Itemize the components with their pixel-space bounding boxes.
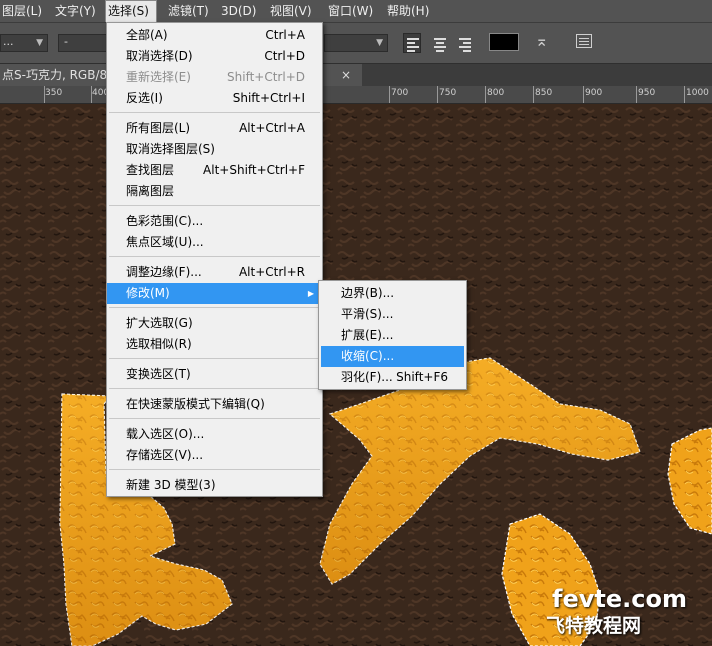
menu-item-focus-area[interactable]: 焦点区域(U)...	[107, 232, 322, 253]
menu-shortcut: Alt+Shift+Ctrl+F	[203, 163, 305, 177]
menu-label: 色彩范围(C)...	[126, 214, 204, 228]
menu-item-save-selection[interactable]: 存储选区(V)...	[107, 445, 322, 466]
ruler-label: 750	[439, 88, 457, 98]
menu-label: 在快速蒙版模式下编辑(Q)	[126, 397, 265, 411]
menu-separator	[109, 469, 320, 470]
chevron-down-icon: ▼	[36, 38, 43, 48]
menu-item-load-selection[interactable]: 载入选区(O)...	[107, 424, 322, 445]
menu-help[interactable]: 帮助(H)	[385, 0, 431, 22]
submenu-item-smooth[interactable]: 平滑(S)...	[321, 304, 464, 325]
menu-separator	[109, 256, 320, 257]
menu-item-reselect[interactable]: 重新选择(E) Shift+Ctrl+D	[107, 67, 322, 88]
menu-item-grow[interactable]: 扩大选取(G)	[107, 313, 322, 334]
menu-item-inverse[interactable]: 反选(I) Shift+Ctrl+I	[107, 88, 322, 109]
menu-label: 查找图层	[126, 163, 175, 177]
menu-item-transform-selection[interactable]: 变换选区(T)	[107, 364, 322, 385]
font-style-dropdown[interactable]: ... ▼	[0, 34, 48, 52]
menu-separator	[109, 112, 320, 113]
ruler-label: 350	[45, 88, 63, 98]
chevron-down-icon: ▼	[376, 38, 383, 48]
menu-label: 新建 3D 模型(3)	[126, 478, 216, 492]
menu-item-isolate-layers[interactable]: 隔离图层	[107, 181, 322, 202]
menu-label: 羽化(F)...	[341, 370, 393, 384]
menu-select[interactable]: 选择(S)	[105, 0, 157, 22]
menu-item-similar[interactable]: 选取相似(R)	[107, 334, 322, 355]
menu-label: 扩大选取(G)	[126, 316, 193, 330]
menu-shortcut: Shift+Ctrl+I	[232, 91, 305, 105]
menu-bar: 图层(L) 文字(Y) 选择(S) 滤镜(T) 3D(D) 视图(V) 窗口(W…	[0, 0, 712, 23]
menu-filter[interactable]: 滤镜(T)	[166, 0, 211, 22]
submenu-arrow-icon: ▶	[307, 289, 314, 298]
ruler-label: 850	[535, 88, 553, 98]
select-menu: 全部(A) Ctrl+A 取消选择(D) Ctrl+D 重新选择(E) Shift+C…	[106, 22, 323, 497]
menu-shortcut: Shift+Ctrl+D	[227, 70, 305, 84]
ruler-label: 950	[638, 88, 656, 98]
align-left-button[interactable]	[403, 33, 421, 53]
menu-label: 重新选择(E)	[126, 70, 191, 84]
menu-separator	[109, 307, 320, 308]
submenu-item-expand[interactable]: 扩展(E)...	[321, 325, 464, 346]
watermark-site: fevte.com	[552, 585, 687, 613]
menu-item-all[interactable]: 全部(A) Ctrl+A	[107, 25, 322, 46]
menu-item-deselect-layers[interactable]: 取消选择图层(S)	[107, 139, 322, 160]
character-panel-icon[interactable]	[576, 34, 592, 48]
ruler-label: 800	[487, 88, 505, 98]
menu-item-quick-mask[interactable]: 在快速蒙版模式下编辑(Q)	[107, 394, 322, 415]
menu-item-refine-edge[interactable]: 调整边缘(F)... Alt+Ctrl+R	[107, 262, 322, 283]
submenu-item-feather[interactable]: 羽化(F)... Shift+F6	[321, 367, 464, 388]
align-center-button[interactable]	[430, 33, 448, 53]
document-title: 点S-巧克力, RGB/8	[2, 68, 108, 82]
menu-label: 反选(I)	[126, 91, 163, 105]
menu-separator	[109, 358, 320, 359]
menu-label: 全部(A)	[126, 28, 168, 42]
menu-item-find-layers[interactable]: 查找图层 Alt+Shift+Ctrl+F	[107, 160, 322, 181]
menu-label: 焦点区域(U)...	[126, 235, 204, 249]
close-tab-icon[interactable]: ×	[341, 64, 351, 86]
menu-item-new-3d-model[interactable]: 新建 3D 模型(3)	[107, 475, 322, 496]
menu-label: 边界(B)...	[341, 286, 395, 300]
menu-label: 所有图层(L)	[126, 121, 191, 135]
submenu-item-border[interactable]: 边界(B)...	[321, 283, 464, 304]
menu-3d[interactable]: 3D(D)	[219, 0, 258, 22]
menu-shortcut: Ctrl+D	[264, 49, 305, 63]
menu-label: 变换选区(T)	[126, 367, 191, 381]
align-right-button[interactable]	[455, 33, 473, 53]
modify-submenu: 边界(B)... 平滑(S)... 扩展(E)... 收缩(C)... 羽化(F…	[318, 280, 467, 390]
menu-label: 修改(M)	[126, 286, 170, 300]
menu-shortcut: Alt+Ctrl+R	[238, 265, 305, 279]
menu-label: 收缩(C)...	[341, 349, 395, 363]
anti-alias-dropdown[interactable]: ▼	[324, 34, 388, 52]
menu-item-all-layers[interactable]: 所有图层(L) Alt+Ctrl+A	[107, 118, 322, 139]
menu-item-deselect[interactable]: 取消选择(D) Ctrl+D	[107, 46, 322, 67]
menu-label: 平滑(S)...	[341, 307, 394, 321]
menu-label: 选取相似(R)	[126, 337, 192, 351]
menu-label: 载入选区(O)...	[126, 427, 205, 441]
menu-type[interactable]: 文字(Y)	[53, 0, 98, 22]
menu-separator	[109, 205, 320, 206]
menu-separator	[109, 418, 320, 419]
warp-text-icon[interactable]: ⌅	[535, 31, 548, 50]
menu-label: 扩展(E)...	[341, 328, 394, 342]
font-family-dropdown[interactable]: -	[58, 34, 108, 52]
menu-label: 取消选择图层(S)	[126, 142, 215, 156]
menu-label: 取消选择(D)	[126, 49, 193, 63]
menu-shortcut: Alt+Ctrl+A	[239, 121, 305, 135]
menu-window[interactable]: 窗口(W)	[326, 0, 375, 22]
menu-label: 存储选区(V)...	[126, 448, 204, 462]
menu-separator	[109, 388, 320, 389]
menu-item-modify[interactable]: 修改(M) ▶	[107, 283, 322, 304]
menu-shortcut: Shift+F6	[396, 370, 448, 384]
text-color-swatch[interactable]	[489, 33, 519, 51]
ruler-label: 700	[391, 88, 409, 98]
menu-label: 隔离图层	[126, 184, 175, 198]
menu-label: 调整边缘(F)...	[126, 265, 202, 279]
menu-view[interactable]: 视图(V)	[268, 0, 314, 22]
ruler-label: 900	[585, 88, 603, 98]
menu-item-color-range[interactable]: 色彩范围(C)...	[107, 211, 322, 232]
submenu-item-contract[interactable]: 收缩(C)...	[321, 346, 464, 367]
menu-shortcut: Ctrl+A	[265, 28, 305, 42]
menu-layer[interactable]: 图层(L)	[0, 0, 44, 22]
watermark-name: 飞特教程网	[546, 615, 642, 637]
ruler-label: 1000	[686, 88, 709, 98]
